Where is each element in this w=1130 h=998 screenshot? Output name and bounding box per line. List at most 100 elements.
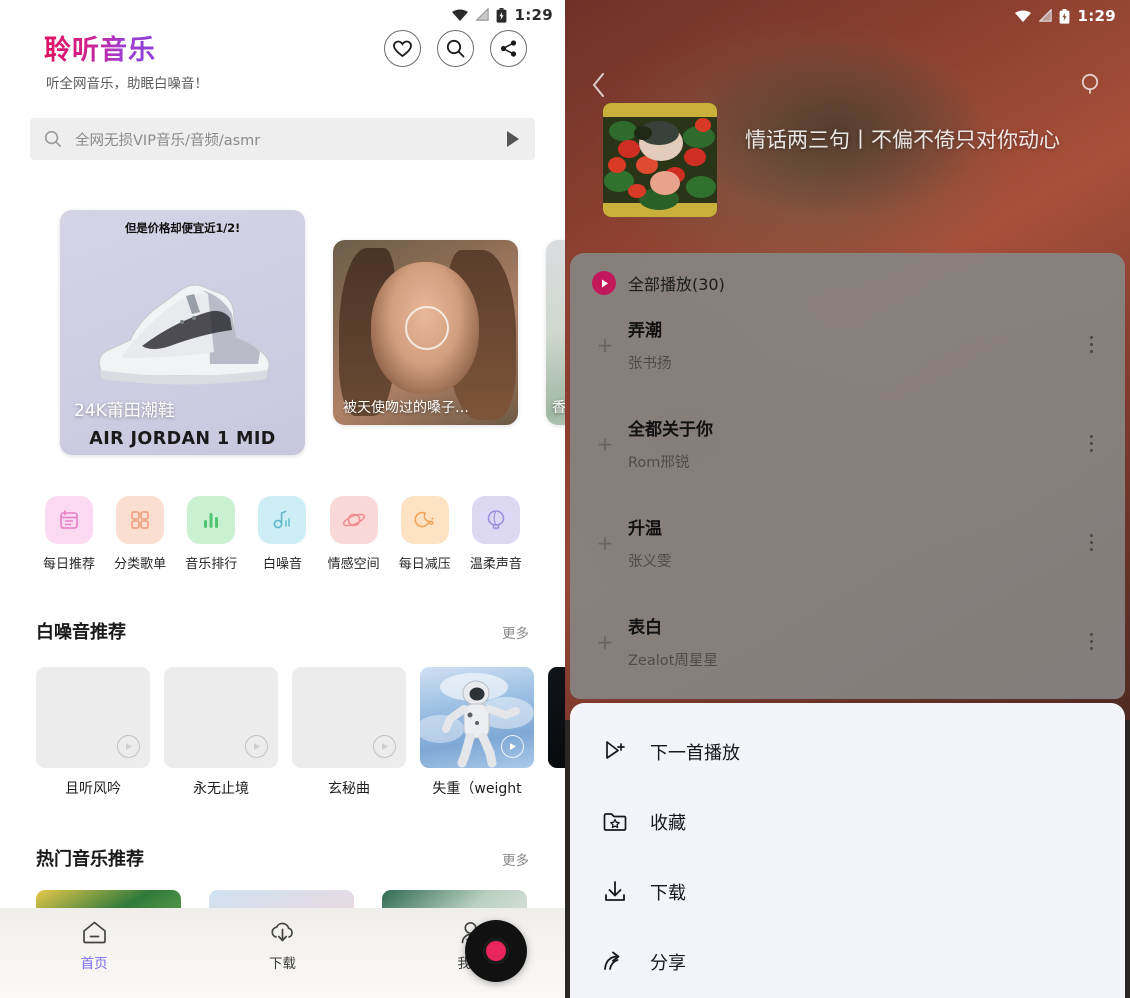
category-label: 每日减压 [398,557,451,572]
banner-card[interactable]: 但是价格却便宜近1/2! 24K莆田潮鞋 AIR JORDAN 1 MID [60,210,305,455]
banner-caption: 香 [552,400,565,416]
action-label: 分享 [650,953,686,974]
play-arrow-icon [601,279,608,287]
section-header-whitenoise: 白噪音推荐 更多 [0,618,565,644]
playlist-title: 情话两三句丨不偏不倚只对你动心 [745,128,1060,152]
signal-icon [476,8,490,21]
category-grid: 每日推荐 分类歌单 音乐排行 白噪音 情感空间 每日减压 温柔声音 [0,496,565,572]
nav-item-download[interactable]: 下载 [188,920,376,972]
table-row[interactable]: + 全都关于你 Rom邢锐 [570,394,1125,493]
song-info: 升温 张义雯 [618,514,1079,571]
action-share[interactable]: 分享 [570,927,1125,997]
share-icon [500,40,517,57]
list-item[interactable]: 且听风吟 [36,667,150,798]
status-bar-right: 1:29 [565,0,1130,32]
tile-thumbnail [36,667,150,768]
more-vertical-icon[interactable] [1079,336,1103,353]
song-artist: 张义雯 [628,554,672,570]
search-button[interactable] [1080,72,1102,100]
balloon-icon [487,510,505,530]
category-label: 情感空间 [327,557,380,572]
category-item-playlists[interactable]: 分类歌单 [109,496,171,572]
vinyl-record-button[interactable] [465,920,527,982]
play-button[interactable] [501,735,524,758]
play-all-row[interactable]: 全部播放(30) [570,253,1125,295]
share-button[interactable] [490,30,527,67]
search-button[interactable] [437,30,474,67]
list-item[interactable]: 玄秘曲 [292,667,406,798]
category-item-destress[interactable]: 每日减压 [394,496,456,572]
action-download[interactable]: 下载 [570,857,1125,927]
whitenoise-tile-row[interactable]: 且听风吟 永无止境 玄秘曲 失重（weight [0,667,565,798]
album-cover[interactable] [603,103,717,217]
banner-sublabel: AIR JORDAN 1 MID [89,429,276,449]
category-item-daily[interactable]: 每日推荐 [38,496,100,572]
banner-label: 24K莆田潮鞋 [74,401,175,421]
heart-icon [393,40,412,57]
more-vertical-icon[interactable] [1079,633,1103,650]
action-label: 下一首播放 [650,743,740,764]
nav-item-home[interactable]: 首页 [0,920,188,972]
category-label: 白噪音 [262,557,302,572]
song-artist: Rom邢锐 [628,455,690,471]
category-item-gentlevoice[interactable]: 温柔声音 [465,496,527,572]
share-arrow-icon [604,951,620,970]
list-item[interactable]: 失重（weight [420,667,534,798]
table-row[interactable]: + 升温 张义雯 [570,493,1125,592]
list-item[interactable] [548,667,565,798]
clock: 1:29 [514,6,553,24]
bottom-navigation: 首页 下载 我的 [0,908,565,998]
moon-stars-icon [414,511,434,528]
category-label: 分类歌单 [114,557,167,572]
plus-icon[interactable]: + [592,533,618,553]
header-actions [384,30,527,67]
play-button[interactable] [405,306,449,350]
note-wave-icon [274,510,291,529]
category-item-ranking[interactable]: 音乐排行 [180,496,242,572]
back-button[interactable] [591,72,607,102]
battery-charging-icon [497,7,507,23]
action-play-next[interactable]: 下一首播放 [570,717,1125,787]
plus-icon[interactable]: + [592,434,618,454]
favorites-button[interactable] [384,30,421,67]
play-arrow-icon[interactable] [505,130,521,148]
plus-icon[interactable]: + [592,335,618,355]
action-label: 收藏 [650,813,686,834]
category-icon-bg [187,496,236,544]
category-icon-bg [258,496,307,544]
more-vertical-icon[interactable] [1079,534,1103,551]
tile-label: 且听风吟 [65,781,121,797]
table-row[interactable]: + 弄潮 张书扬 [570,295,1125,394]
search-icon [1081,73,1099,94]
plus-icon[interactable]: + [592,632,618,652]
folder-star-icon [603,813,627,831]
play-all-label: 全部播放(30) [628,275,725,294]
action-favorite[interactable]: 收藏 [570,787,1125,857]
nav-label: 下载 [268,956,296,972]
play-button[interactable] [117,735,140,758]
category-item-emotion[interactable]: 情感空间 [323,496,385,572]
banner-card[interactable]: 香 [546,240,565,425]
play-button[interactable] [373,735,396,758]
album-cover-art [603,103,717,217]
category-item-whitenoise[interactable]: 白噪音 [251,496,313,572]
tile-label: 失重（weight [432,781,522,797]
list-item[interactable]: 永无止境 [164,667,278,798]
more-vertical-icon[interactable] [1079,435,1103,452]
play-button[interactable] [245,735,268,758]
section-header-hotmusic: 热门音乐推荐 更多 [0,845,565,871]
wifi-icon [1015,10,1032,22]
bar-chart-icon [204,513,219,528]
search-input[interactable]: 全网无损VIP音乐/音频/asmr [75,129,492,150]
app-subtitle: 听全网音乐，助眠白噪音！ [46,76,208,92]
banner-carousel[interactable]: 但是价格却便宜近1/2! 24K莆田潮鞋 AIR JORDAN 1 MID 被天… [0,198,565,458]
search-bar[interactable]: 全网无损VIP音乐/音频/asmr [30,118,535,160]
section-more-link[interactable]: 更多 [502,849,529,869]
category-icon-bg [400,496,449,544]
category-icon-bg [471,496,520,544]
section-more-link[interactable]: 更多 [502,622,529,642]
table-row[interactable]: + 表白 Zealot周星星 [570,592,1125,691]
battery-charging-icon [1060,8,1070,24]
banner-card[interactable]: 被天使吻过的嗓子… [333,240,518,425]
category-label: 每日推荐 [42,557,95,572]
